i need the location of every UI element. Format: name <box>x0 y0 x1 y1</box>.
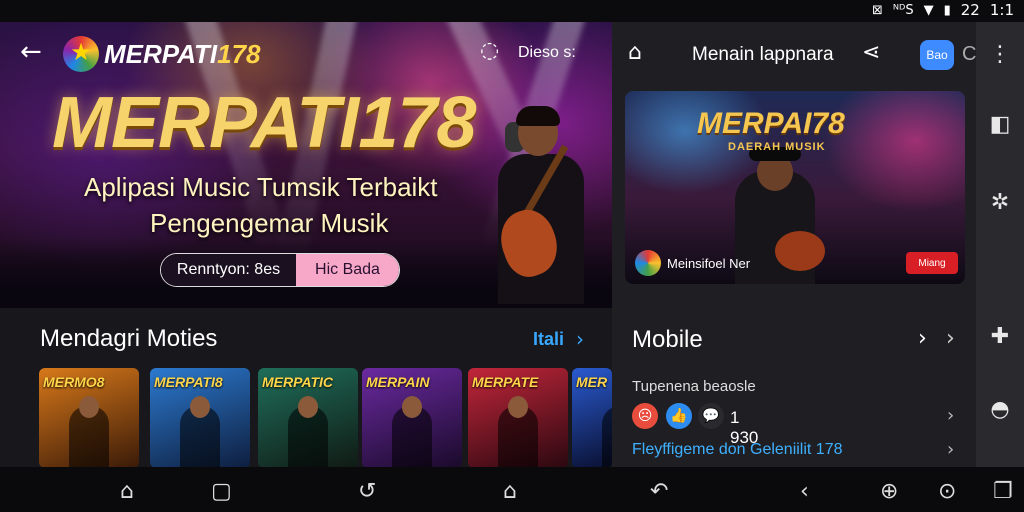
chevron-right-icon[interactable]: › <box>918 326 927 351</box>
guitar-graphic <box>775 231 825 271</box>
cta-left-button[interactable]: Renntyon: 8es <box>161 254 296 286</box>
home-icon[interactable]: ⌂ <box>120 479 134 504</box>
thumbnail-card[interactable]: MERPAIN <box>362 368 462 467</box>
thumbnail-label: MERPAIN <box>366 374 430 390</box>
home-outline-icon[interactable]: ⌂ <box>628 40 642 65</box>
thumbnail-figure <box>602 406 612 467</box>
status-icons: ⊠ ᴺᴰS ▼ ▮ 22 1:1 <box>872 1 1014 19</box>
thumbnail-card[interactable]: MERPATIC <box>258 368 358 467</box>
thumbnail-card[interactable]: MERMO8 <box>39 368 139 467</box>
related-link[interactable]: Fleyffigeme don Geleniilit 178 <box>632 441 843 459</box>
support-icon[interactable]: ◓ <box>976 397 1024 422</box>
chevron-right-icon[interactable]: › <box>947 405 954 426</box>
hero-cta[interactable]: Renntyon: 8es Hic Bada <box>160 253 400 287</box>
chevron-right-icon[interactable]: › <box>576 327 584 351</box>
thumbnail-card[interactable]: MER <box>572 368 612 467</box>
signal-icon: ᴺᴰS <box>892 2 914 18</box>
thumbnail-label: MER <box>576 374 608 390</box>
like-icon[interactable]: 👍 <box>666 403 692 429</box>
hero-subtitle-2: Pengengemar Musik <box>150 208 389 238</box>
logo-badge: ★ <box>63 36 99 72</box>
widgets-icon[interactable]: ✚ <box>976 324 1024 349</box>
navigation-bar: ⌂ ▢ ↺ ⌂ ↶ ‹ ⊕ ⊙ ❐ <box>0 467 1024 512</box>
download-icon[interactable]: ⊕ <box>880 479 898 504</box>
channel-name[interactable]: Meinsifoel Ner <box>667 256 750 271</box>
video-card[interactable]: MERPAI78 DAERAH MUSIK Meinsifoel Ner Mia… <box>625 91 965 284</box>
wifi-icon: ▼ <box>923 2 934 18</box>
panel-title: Menain lappnara <box>692 44 834 65</box>
back-arrow-icon[interactable]: ← <box>20 39 42 65</box>
left-pane: MERPATI178 Aplipasi Music Tumsik Terbaik… <box>0 22 612 467</box>
thumbnail-label: MERPATIC <box>262 374 334 390</box>
chevron-right-icon[interactable]: › <box>946 326 955 351</box>
more-vert-icon[interactable]: ⋮ <box>976 42 1024 67</box>
see-more-link[interactable]: Itali <box>533 329 564 350</box>
thumbnail-card[interactable]: MERPATE <box>468 368 568 467</box>
search-icon[interactable]: ⊙ <box>938 479 956 504</box>
angry-face-icon[interactable]: ☹ <box>632 403 658 429</box>
hero-title: MERPATI178 <box>52 83 476 163</box>
brand-name: MERPATI <box>104 39 218 69</box>
nfc-icon: ⊠ <box>872 2 883 18</box>
tab-icon[interactable]: ◧ <box>976 112 1024 137</box>
thumbnail-figure-head <box>298 396 318 418</box>
thumbnail-figure-head <box>190 396 210 418</box>
chevron-right-icon[interactable]: › <box>947 439 954 460</box>
video-subtitle: DAERAH MUSIK <box>728 141 826 153</box>
section-title: Mendagri Moties <box>40 325 218 352</box>
recents-icon[interactable]: ▢ <box>211 479 232 504</box>
logo-text: MERPATI178 <box>104 39 261 70</box>
mobile-section-title: Mobile <box>632 326 703 353</box>
undo-icon[interactable]: ↶ <box>650 479 668 504</box>
thumbnail-label: MERPATE <box>472 374 539 390</box>
status-level: 22 <box>960 1 980 19</box>
video-title: MERPAI78 <box>697 107 845 140</box>
share-icon[interactable]: ⋖ <box>862 40 880 65</box>
video-badge[interactable]: Miang <box>906 252 958 274</box>
status-bar: ⊠ ᴺᴰS ▼ ▮ 22 1:1 <box>0 0 1024 22</box>
chat-icon[interactable]: ◌ <box>480 38 499 63</box>
cta-right-button[interactable]: Hic Bada <box>296 254 399 286</box>
performer-graphic <box>490 106 600 308</box>
back-arrow-icon[interactable]: ‹ <box>800 479 809 504</box>
thumbnail-label: MERMO8 <box>43 374 105 390</box>
chat-bubble-icon[interactable]: 💬 <box>698 403 724 429</box>
status-time: 1:1 <box>989 1 1014 19</box>
topbar-label[interactable]: Dieso s: <box>518 44 576 62</box>
side-rail: ⋮ ◧ ✲ ✚ ◓ <box>976 22 1024 467</box>
settings-icon[interactable]: ✲ <box>976 190 1024 215</box>
home-filled-icon[interactable]: ⌂ <box>503 479 517 504</box>
pill-suffix: C <box>962 43 977 65</box>
star-icon: ★ <box>70 38 92 66</box>
right-pane: ⌂ Menain lappnara ⋖ Bao C MERPAI78 DAERA… <box>612 22 976 467</box>
thumbnail-figure-head <box>79 396 99 418</box>
thumbnail-label: MERPATI8 <box>154 374 223 390</box>
thumbnail-card[interactable]: MERPATI8 <box>150 368 250 467</box>
back-icon[interactable]: ↺ <box>358 479 376 504</box>
thumbnail-figure-head <box>402 396 422 418</box>
channel-avatar[interactable] <box>635 250 661 276</box>
pill-button[interactable]: Bao <box>920 40 954 70</box>
caption-text: Tupenena beaosle <box>632 378 756 395</box>
brand-number: 178 <box>217 39 261 69</box>
thumbnail-figure-head <box>508 396 528 418</box>
copy-icon[interactable]: ❐ <box>993 479 1013 504</box>
hero-subtitle: Aplipasi Music Tumsik Terbaikt <box>84 172 438 202</box>
battery-icon: ▮ <box>943 2 951 18</box>
app-top-bar: ← ★ MERPATI178 ◌ Dieso s: <box>0 22 612 82</box>
